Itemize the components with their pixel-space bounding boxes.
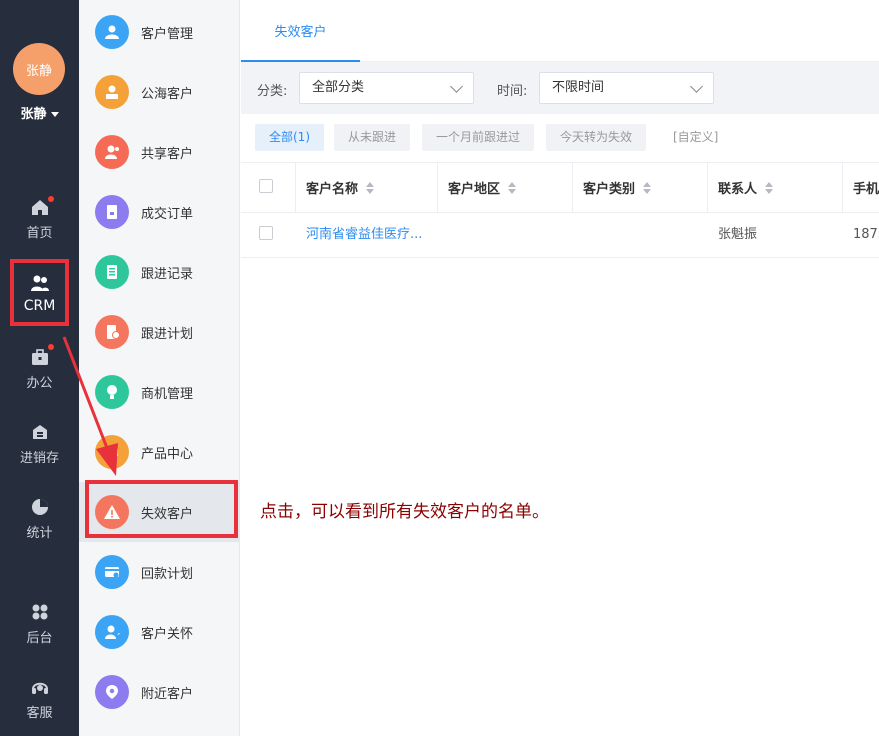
app-root: 张静 张静 首页 CRM 办公 进销存 统计 后台 客服 客户管理 公海客户 共… [0,0,879,736]
annotation-arrow [62,336,118,476]
annotation-text: 点击，可以看到所有失效客户的名单。 [260,502,549,522]
